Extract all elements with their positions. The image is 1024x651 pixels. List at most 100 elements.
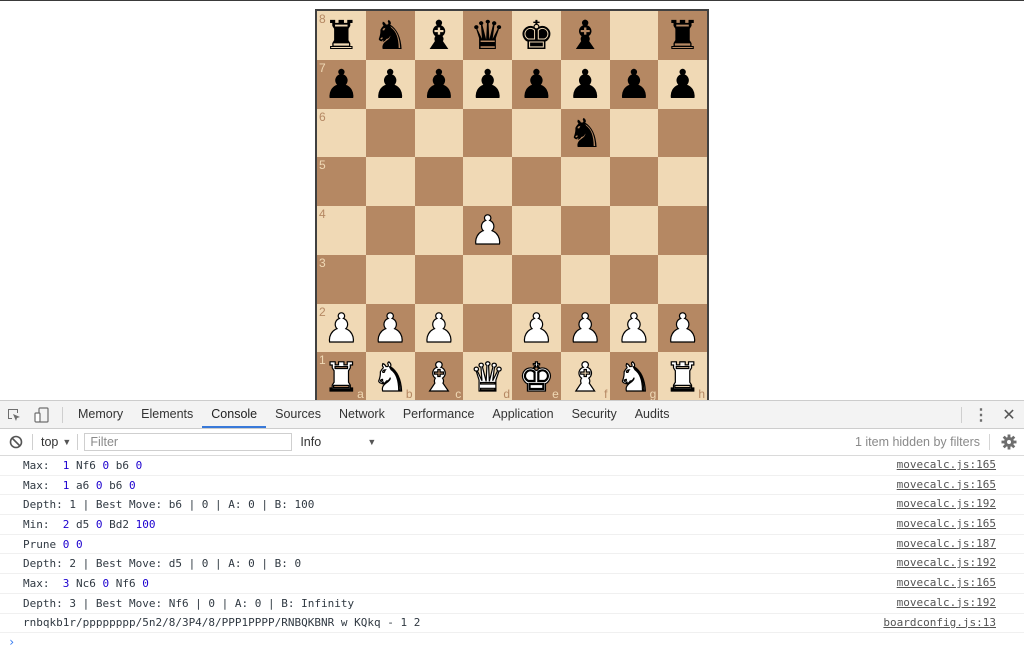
source-link[interactable]: movecalc.js:192 — [897, 554, 996, 573]
source-link[interactable]: movecalc.js:165 — [897, 476, 996, 495]
tab-console[interactable]: Console — [202, 401, 267, 428]
source-link[interactable]: movecalc.js:165 — [897, 456, 996, 475]
square-d2[interactable] — [463, 303, 512, 353]
square-a2[interactable]: 2 ♟ — [317, 303, 366, 353]
square-b2[interactable]: ♟ — [365, 303, 415, 353]
square-h2[interactable]: ♟ — [658, 303, 707, 353]
filter-input[interactable] — [84, 433, 293, 451]
square-h5[interactable] — [658, 157, 707, 206]
square-e2[interactable]: ♟ — [512, 303, 561, 353]
square-h7[interactable]: ♟ — [658, 59, 707, 109]
source-link[interactable]: movecalc.js:165 — [897, 515, 996, 534]
square-f5[interactable] — [560, 157, 610, 206]
white-pawn-icon[interactable]: ♟ — [469, 211, 506, 252]
black-rook-icon[interactable]: ♜ — [665, 16, 701, 56]
console-prompt[interactable]: › — [0, 633, 1024, 651]
square-h4[interactable] — [658, 206, 707, 255]
black-pawn-icon[interactable]: ♟ — [323, 65, 359, 105]
white-pawn-icon[interactable]: ♟ — [664, 308, 701, 349]
context-selector[interactable]: top ▼ — [37, 435, 77, 449]
square-b6[interactable] — [365, 108, 415, 158]
tab-security[interactable]: Security — [563, 401, 626, 428]
square-e8[interactable]: ♚ — [512, 11, 561, 60]
square-f2[interactable]: ♟ — [560, 303, 610, 353]
white-knight-icon[interactable]: ♞ — [372, 357, 409, 398]
tab-performance[interactable]: Performance — [394, 401, 484, 428]
square-b3[interactable] — [365, 254, 415, 304]
source-link[interactable]: movecalc.js:192 — [897, 495, 996, 514]
square-e6[interactable] — [512, 108, 561, 158]
more-options-icon[interactable]: ⋮ — [968, 405, 994, 425]
square-f4[interactable] — [560, 206, 610, 255]
square-d4[interactable]: ♟ — [463, 206, 512, 255]
square-g2[interactable]: ♟ — [609, 303, 659, 353]
black-pawn-icon[interactable]: ♟ — [616, 65, 652, 105]
square-a5[interactable]: 5 — [317, 157, 366, 206]
black-queen-icon[interactable]: ♛ — [470, 16, 506, 56]
square-c4[interactable] — [414, 206, 464, 255]
square-a1[interactable]: 1 a ♜ — [317, 352, 366, 401]
square-a4[interactable]: 4 — [317, 206, 366, 255]
black-pawn-icon[interactable]: ♟ — [518, 65, 554, 105]
square-c1[interactable]: c ♝ — [414, 352, 464, 401]
black-pawn-icon[interactable]: ♟ — [372, 65, 408, 105]
black-rook-icon[interactable]: ♜ — [323, 16, 359, 56]
black-knight-icon[interactable]: ♞ — [372, 16, 408, 56]
white-rook-icon[interactable]: ♜ — [323, 357, 360, 398]
square-b5[interactable] — [365, 157, 415, 206]
black-pawn-icon[interactable]: ♟ — [665, 65, 701, 105]
white-bishop-icon[interactable]: ♝ — [420, 357, 457, 398]
square-h8[interactable]: ♜ — [658, 11, 707, 60]
gear-icon[interactable] — [1000, 433, 1018, 451]
device-toolbar-icon[interactable] — [28, 401, 56, 428]
square-g4[interactable] — [609, 206, 659, 255]
white-pawn-icon[interactable]: ♟ — [567, 308, 604, 349]
chessboard-grid[interactable]: 8 ♜ ♞ ♝ ♛ ♚ ♝ ♜ 7 ♟ ♟ ♟ ♟ ♟ ♟ ♟ ♟ 6 ♞ 5 4 ♟ 3 2 ♟ ♟ ♟ ♟ ♟ ♟ ♟ 1 a ♜ b ♞ c ♝ d ♛… — [317, 11, 707, 401]
tab-sources[interactable]: Sources — [266, 401, 330, 428]
square-f3[interactable] — [560, 254, 610, 304]
log-level-selector[interactable]: Info ▼ — [300, 435, 376, 449]
square-g8[interactable] — [609, 11, 659, 60]
source-link[interactable]: movecalc.js:165 — [897, 574, 996, 593]
square-c2[interactable]: ♟ — [414, 303, 464, 353]
square-c5[interactable] — [414, 157, 464, 206]
square-g5[interactable] — [609, 157, 659, 206]
tab-application[interactable]: Application — [483, 401, 562, 428]
black-king-icon[interactable]: ♚ — [518, 16, 554, 56]
square-e5[interactable] — [512, 157, 561, 206]
square-a8[interactable]: 8 ♜ — [317, 11, 366, 60]
white-pawn-icon[interactable]: ♟ — [518, 308, 555, 349]
square-c7[interactable]: ♟ — [414, 59, 464, 109]
black-pawn-icon[interactable]: ♟ — [470, 65, 506, 105]
square-d3[interactable] — [463, 254, 512, 304]
square-e1[interactable]: e ♚ — [512, 352, 561, 401]
square-a6[interactable]: 6 — [317, 108, 366, 158]
square-f6[interactable]: ♞ — [560, 108, 610, 158]
square-c6[interactable] — [414, 108, 464, 158]
square-b8[interactable]: ♞ — [365, 11, 415, 60]
square-b4[interactable] — [365, 206, 415, 255]
black-bishop-icon[interactable]: ♝ — [421, 16, 457, 56]
square-d5[interactable] — [463, 157, 512, 206]
square-a3[interactable]: 3 — [317, 254, 366, 304]
square-d8[interactable]: ♛ — [463, 11, 512, 60]
square-h1[interactable]: h ♜ — [658, 352, 707, 401]
black-pawn-icon[interactable]: ♟ — [421, 65, 457, 105]
square-b7[interactable]: ♟ — [365, 59, 415, 109]
black-pawn-icon[interactable]: ♟ — [567, 65, 603, 105]
white-pawn-icon[interactable]: ♟ — [420, 308, 457, 349]
square-g3[interactable] — [609, 254, 659, 304]
square-g6[interactable] — [609, 108, 659, 158]
square-h6[interactable] — [658, 108, 707, 158]
chessboard[interactable]: 8 ♜ ♞ ♝ ♛ ♚ ♝ ♜ 7 ♟ ♟ ♟ ♟ ♟ ♟ ♟ ♟ 6 ♞ 5 4 ♟ 3 2 ♟ ♟ ♟ ♟ ♟ ♟ ♟ 1 a ♜ b ♞ c ♝ d ♛… — [315, 9, 709, 403]
tab-network[interactable]: Network — [330, 401, 394, 428]
white-rook-icon[interactable]: ♜ — [664, 357, 701, 398]
white-knight-icon[interactable]: ♞ — [615, 357, 652, 398]
square-c3[interactable] — [414, 254, 464, 304]
square-d7[interactable]: ♟ — [463, 59, 512, 109]
white-king-icon[interactable]: ♚ — [518, 357, 555, 398]
black-knight-icon[interactable]: ♞ — [567, 114, 603, 154]
square-f1[interactable]: f ♝ — [560, 352, 610, 401]
square-d1[interactable]: d ♛ — [463, 352, 512, 401]
square-c8[interactable]: ♝ — [414, 11, 464, 60]
